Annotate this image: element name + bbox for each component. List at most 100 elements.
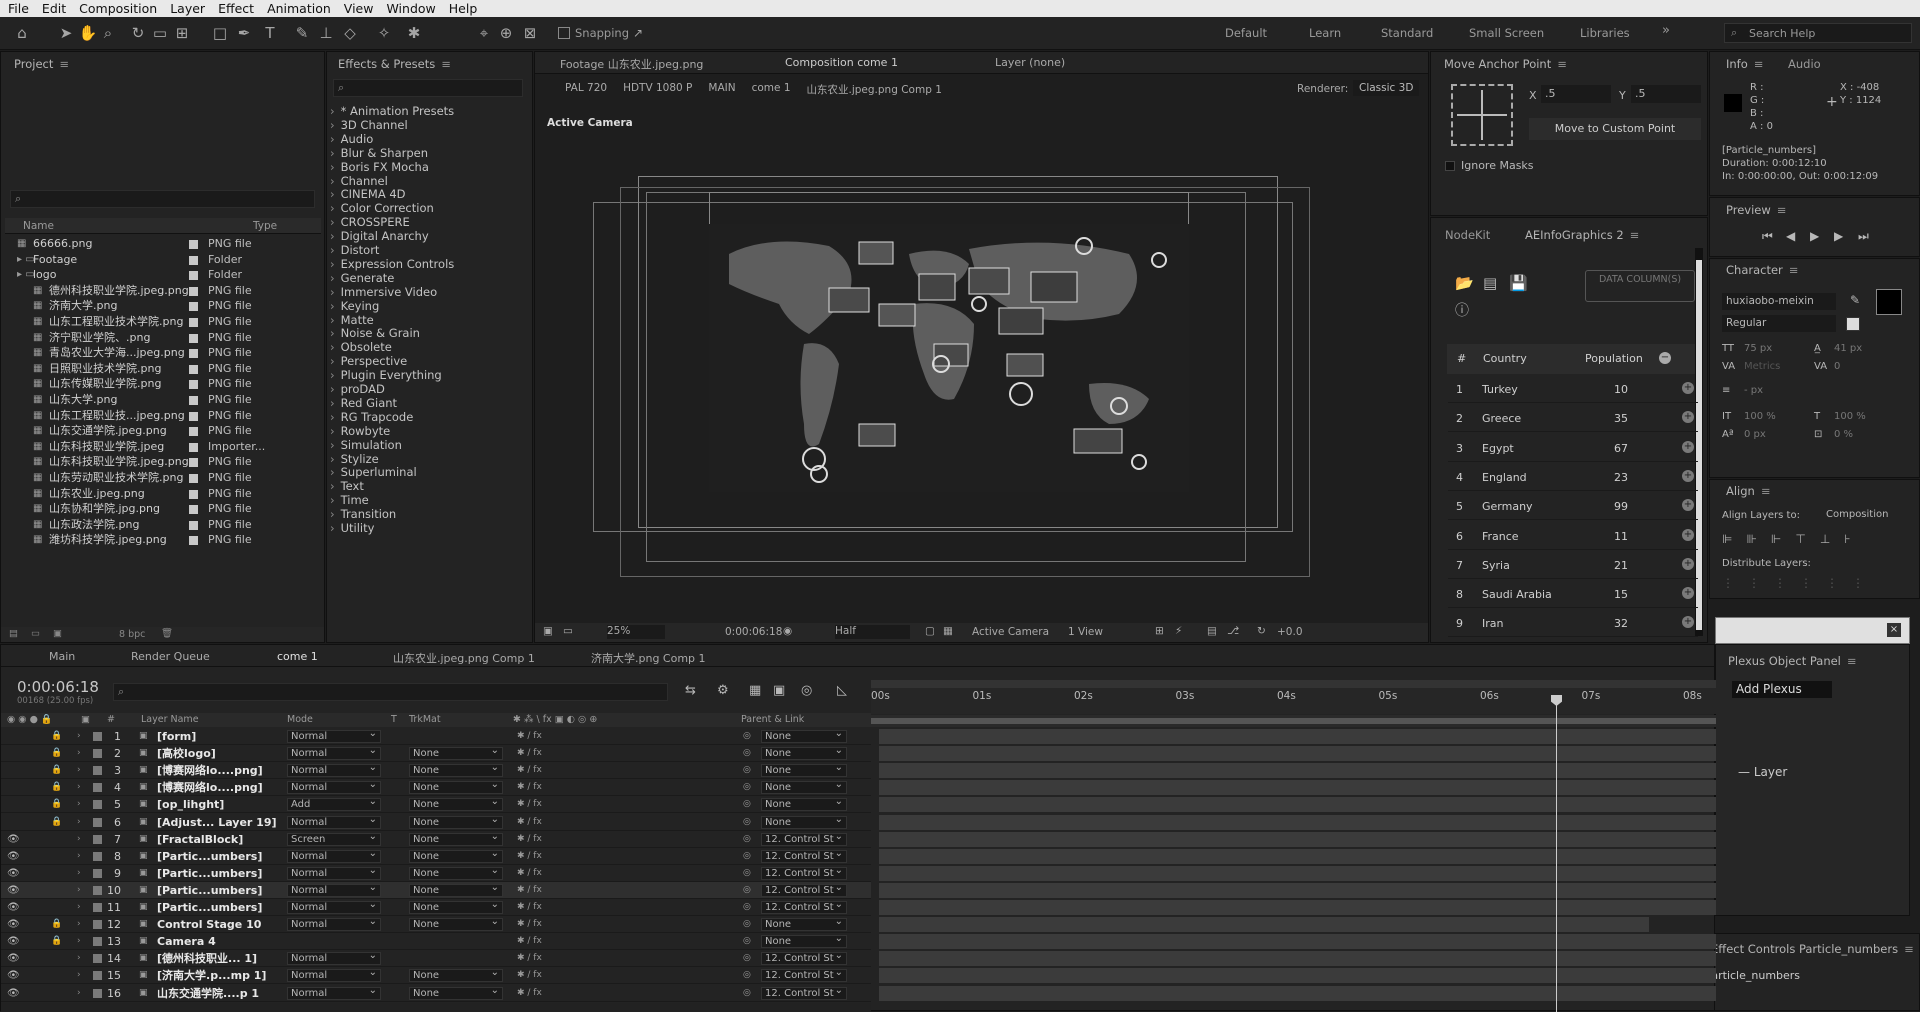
layer-duration-bar[interactable] bbox=[879, 968, 1716, 984]
snapping-checkbox[interactable] bbox=[558, 27, 570, 39]
row-population[interactable]: 23 bbox=[1614, 471, 1628, 484]
project-item[interactable]: ▸ ▭ logo Folder bbox=[5, 267, 321, 283]
preview-title[interactable]: Preview ≡ bbox=[1726, 203, 1786, 217]
menu-effect[interactable]: Effect bbox=[218, 1, 254, 16]
font-style-dropdown[interactable]: Regular bbox=[1722, 315, 1836, 332]
ignore-masks-checkbox[interactable] bbox=[1445, 161, 1455, 171]
effect-category[interactable]: › Color Correction bbox=[330, 201, 434, 215]
breadcrumb-item[interactable]: come 1 bbox=[752, 82, 791, 98]
workspace-learn[interactable]: Learn bbox=[1309, 26, 1341, 40]
menu-layer[interactable]: Layer bbox=[170, 1, 205, 16]
workspace-libraries[interactable]: Libraries bbox=[1580, 26, 1630, 40]
roi-icon[interactable]: ▢ bbox=[925, 625, 935, 637]
fast-preview-icon[interactable]: ⚡ bbox=[1175, 625, 1182, 637]
zoom-tool-icon[interactable]: ⌕ bbox=[98, 23, 118, 43]
effect-category[interactable]: › Noise & Grain bbox=[330, 326, 420, 340]
label-color-swatch[interactable] bbox=[189, 349, 198, 359]
effect-category[interactable]: › Simulation bbox=[330, 438, 402, 452]
label-color-swatch[interactable] bbox=[189, 458, 198, 468]
new-folder-icon[interactable]: ▭ bbox=[31, 628, 40, 639]
rotate-tool-icon[interactable]: ↻ bbox=[128, 23, 148, 43]
effect-category[interactable]: › Distort bbox=[330, 243, 379, 257]
layer-duration-bar[interactable] bbox=[879, 729, 1716, 744]
project-item[interactable]: ▦ 山东协和学院.jpg.png PNG file bbox=[5, 501, 321, 517]
project-search-input[interactable]: ⌕ bbox=[10, 190, 315, 208]
label-color-swatch[interactable] bbox=[189, 318, 198, 327]
row-population[interactable]: 21 bbox=[1614, 559, 1628, 572]
layer-duration-bar[interactable] bbox=[879, 951, 1716, 967]
comp-mini-flowchart-icon[interactable]: ⇆ bbox=[685, 683, 696, 698]
align-to-dropdown[interactable]: Composition bbox=[1822, 508, 1916, 523]
pen-tool-icon[interactable]: ✒ bbox=[234, 23, 254, 43]
col-trkmat[interactable]: TrkMat bbox=[409, 714, 441, 725]
tab-composition[interactable]: Composition come 1 bbox=[785, 56, 898, 69]
effect-category[interactable]: › Generate bbox=[330, 271, 394, 285]
layer-duration-bar[interactable] bbox=[879, 763, 1716, 779]
table-row[interactable]: 7 Syria 21 + bbox=[1448, 550, 1698, 579]
anchor-y-input[interactable]: .5 bbox=[1631, 85, 1701, 103]
effect-category[interactable]: › Text bbox=[330, 479, 364, 493]
col-parent[interactable]: Parent & Link bbox=[741, 714, 804, 725]
label-color-swatch[interactable] bbox=[189, 286, 198, 296]
row-country[interactable]: Saudi Arabia bbox=[1482, 588, 1552, 601]
project-item[interactable]: ▦ 山东农业.jpeg.png PNG file bbox=[5, 486, 321, 502]
work-area-bar[interactable] bbox=[871, 715, 1716, 727]
label-color-swatch[interactable] bbox=[189, 411, 198, 421]
add-plexus-button[interactable]: Add Plexus bbox=[1732, 681, 1832, 698]
layer-duration-bar[interactable] bbox=[879, 865, 1716, 881]
last-frame-icon[interactable]: ⏭ bbox=[1858, 229, 1869, 244]
exposure-reset-icon[interactable]: ↻ bbox=[1257, 625, 1266, 637]
row-population[interactable]: 32 bbox=[1614, 617, 1628, 630]
label-color-swatch[interactable] bbox=[189, 505, 198, 515]
font-family-dropdown[interactable]: huxiaobo-meixin bbox=[1722, 293, 1836, 310]
trash-icon[interactable]: 🗑 bbox=[161, 628, 173, 639]
data-columns-button[interactable]: DATA COLUMN(S) bbox=[1585, 270, 1695, 302]
layer-duration-bar[interactable] bbox=[879, 900, 1716, 915]
project-item[interactable]: ▦ 山东传媒职业学院.png PNG file bbox=[5, 376, 321, 392]
leading-value[interactable]: 41 px bbox=[1834, 343, 1862, 354]
snap-options-icon[interactable]: ↗ bbox=[628, 23, 648, 43]
row-country[interactable]: Turkey bbox=[1482, 383, 1518, 396]
character-title[interactable]: Character ≡ bbox=[1726, 263, 1798, 277]
label-color-swatch[interactable] bbox=[189, 240, 198, 249]
row-country[interactable]: Iran bbox=[1482, 617, 1503, 630]
stroke-swatch[interactable] bbox=[1846, 317, 1860, 331]
tab-footage[interactable]: Footage 山东农业.jpeg.png bbox=[560, 56, 703, 72]
layer-duration-bar[interactable] bbox=[879, 746, 1716, 762]
add-row-icon[interactable]: + bbox=[1682, 587, 1694, 600]
home-icon[interactable]: ⌂ bbox=[12, 23, 32, 43]
add-row-icon[interactable]: + bbox=[1682, 411, 1694, 424]
project-item[interactable]: ▦ 山东工程职业技术学院.png PNG file bbox=[5, 314, 321, 330]
first-frame-icon[interactable]: ⏮ bbox=[1762, 229, 1773, 244]
exposure-value[interactable]: +0.0 bbox=[1277, 626, 1303, 638]
baseline-value[interactable]: 0 px bbox=[1744, 429, 1766, 440]
row-country[interactable]: Greece bbox=[1482, 412, 1521, 425]
tracking-value[interactable]: 0 bbox=[1834, 361, 1840, 372]
effect-category[interactable]: › Channel bbox=[330, 174, 388, 188]
label-color-swatch[interactable] bbox=[189, 442, 198, 452]
project-item[interactable]: ▦ 山东劳动职业技术学院.png PNG file bbox=[5, 470, 321, 486]
timeline-search-input[interactable]: ⌕ bbox=[113, 683, 668, 701]
current-time-indicator[interactable] bbox=[1551, 695, 1562, 1012]
add-row-icon[interactable]: + bbox=[1682, 528, 1694, 541]
resolution-dropdown[interactable]: Half bbox=[835, 625, 910, 639]
row-population[interactable]: 35 bbox=[1614, 412, 1628, 425]
axis-world-icon[interactable]: ⊕ bbox=[496, 23, 516, 43]
effect-category[interactable]: › Immersive Video bbox=[330, 285, 437, 299]
project-title[interactable]: Project ≡ bbox=[14, 57, 69, 71]
layer-duration-bar[interactable] bbox=[879, 934, 1716, 950]
menu-composition[interactable]: Composition bbox=[79, 1, 157, 16]
label-color-swatch[interactable] bbox=[189, 364, 198, 374]
row-population[interactable]: 99 bbox=[1614, 500, 1628, 513]
timeline-tab[interactable]: 济南大学.png Comp 1 bbox=[591, 650, 706, 666]
effect-controls-title[interactable]: Effect Controls Particle_numbers ≡ bbox=[1711, 942, 1914, 956]
play-icon[interactable]: ▶ bbox=[1810, 229, 1819, 243]
fill-color-swatch[interactable] bbox=[1876, 289, 1902, 315]
timeline-timecode[interactable]: 0:00:06:18 bbox=[17, 678, 99, 696]
motion-blur-icon[interactable]: ◎ bbox=[801, 683, 812, 698]
project-item[interactable]: ▦ 德州科技职业学院.jpeg.png PNG file bbox=[5, 283, 321, 299]
table-row[interactable]: 4 England 23 + bbox=[1448, 462, 1698, 491]
effect-category[interactable]: › Digital Anarchy bbox=[330, 229, 429, 243]
layer-duration-bar[interactable] bbox=[879, 797, 1716, 813]
effects-title[interactable]: Effects & Presets ≡ bbox=[338, 57, 451, 71]
